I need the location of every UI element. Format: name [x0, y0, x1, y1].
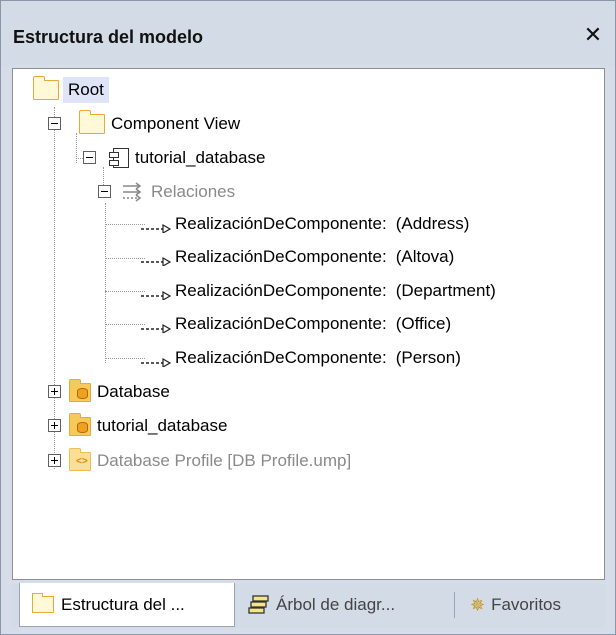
- title-bar: Estructura del modelo ✕: [1, 1, 615, 66]
- node-label: tutorial_database: [135, 148, 266, 167]
- tab-label: Favoritos: [491, 595, 562, 614]
- close-button[interactable]: ✕: [581, 23, 605, 47]
- folder-icon: [78, 110, 105, 134]
- collapse-toggle[interactable]: [83, 151, 96, 164]
- node-label: RealizaciónDeComponente:: [175, 247, 387, 266]
- realization-arrow-icon: [141, 323, 171, 333]
- node-label: RealizaciónDeComponente:: [175, 348, 387, 367]
- component-icon: [109, 148, 129, 168]
- node-label: Relaciones: [151, 182, 236, 201]
- tree-node-realization[interactable]: RealizaciónDeComponente: (Department): [141, 276, 496, 306]
- node-target: (Office): [395, 314, 452, 333]
- collapse-toggle[interactable]: [98, 185, 111, 198]
- tab-label: Árbol de diagr...: [276, 595, 396, 614]
- node-label: Database Profile [DB Profile.ump]: [97, 451, 352, 470]
- realization-arrow-icon: [141, 223, 171, 233]
- realization-arrow-icon: [141, 290, 171, 300]
- database-icon: [77, 388, 88, 399]
- diagram-tree-icon: [248, 595, 269, 614]
- expand-toggle[interactable]: [48, 385, 61, 398]
- node-label: RealizaciónDeComponente:: [175, 314, 387, 333]
- tab-label: Estructura del ...: [61, 594, 185, 614]
- tree-node-tutorial-database-package[interactable]: tutorial_database: [68, 411, 228, 441]
- tree-node-database[interactable]: Database: [68, 377, 170, 407]
- tree-guide-line: [105, 203, 106, 363]
- tree-node-realization[interactable]: RealizaciónDeComponente: (Address): [141, 209, 469, 239]
- tab-model-tree[interactable]: Estructura del ...: [19, 583, 235, 627]
- window-title: Estructura del modelo: [13, 27, 204, 47]
- model-tree-window: Estructura del modelo ✕ Root Component V…: [0, 0, 616, 635]
- node-target: (Altova): [395, 247, 455, 266]
- tab-separator: [454, 592, 455, 618]
- tree-guide-line: [54, 107, 55, 469]
- tree-node-component-view[interactable]: Component View: [78, 109, 241, 139]
- tree-guide-line: [105, 224, 145, 225]
- tree-guide-line: [105, 291, 145, 292]
- tree-node-root[interactable]: Root: [32, 75, 109, 105]
- profile-package-icon: <>: [68, 448, 91, 471]
- tree-guide-line: [105, 358, 145, 359]
- expand-toggle[interactable]: [48, 419, 61, 432]
- tree-node-realization[interactable]: RealizaciónDeComponente: (Altova): [141, 242, 454, 272]
- tree-node-tutorial-database-component[interactable]: tutorial_database: [107, 143, 265, 173]
- realization-arrow-icon: [141, 256, 171, 266]
- node-label: RealizaciónDeComponente:: [175, 214, 387, 233]
- node-target: (Department): [395, 281, 496, 300]
- tree-guide-line: [105, 258, 145, 259]
- tree-guide-line: [105, 324, 145, 325]
- collapse-toggle[interactable]: [48, 117, 61, 130]
- node-target: (Person): [395, 348, 461, 367]
- tree-node-realization[interactable]: RealizaciónDeComponente: (Office): [141, 309, 451, 339]
- node-label: Component View: [111, 114, 241, 133]
- folder-icon: [31, 593, 54, 613]
- tree-node-relaciones[interactable]: Relaciones: [121, 177, 235, 207]
- tab-favorites[interactable]: ✵ Favoritos: [464, 584, 599, 626]
- database-package-icon: [68, 413, 91, 436]
- database-package-icon: [68, 379, 91, 402]
- realization-arrow-icon: [141, 357, 171, 367]
- node-label: RealizaciónDeComponente:: [175, 281, 387, 300]
- node-label: Database: [97, 382, 170, 401]
- node-target: (Address): [395, 214, 470, 233]
- tree-node-database-profile[interactable]: <> Database Profile [DB Profile.ump]: [68, 446, 352, 476]
- tab-diagram-tree[interactable]: Árbol de diagr...: [246, 584, 452, 626]
- node-label: tutorial_database: [97, 416, 228, 435]
- relations-icon: [123, 182, 142, 202]
- model-tree[interactable]: Root Component View tutorial_database Re…: [12, 68, 605, 580]
- favorites-icon: ✵: [470, 594, 486, 615]
- tree-guide-line: [76, 158, 83, 159]
- folder-icon: [32, 76, 59, 100]
- bottom-tab-bar: Estructura del ... Árbol de diagr... ✵ F…: [12, 583, 605, 628]
- expand-toggle[interactable]: [48, 454, 61, 467]
- database-icon: [77, 422, 88, 433]
- node-label: Root: [63, 77, 109, 103]
- tree-node-realization[interactable]: RealizaciónDeComponente: (Person): [141, 343, 461, 373]
